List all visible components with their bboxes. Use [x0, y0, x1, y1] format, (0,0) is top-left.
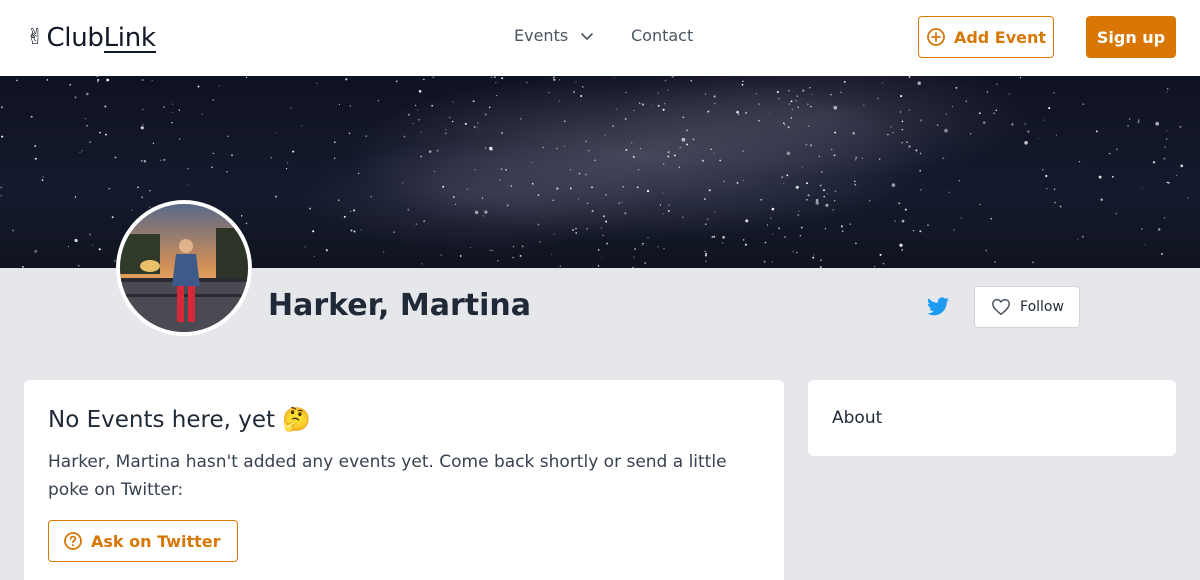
nav-events-dropdown[interactable]: Events: [514, 26, 594, 45]
nav-contact-link[interactable]: Contact: [631, 26, 693, 45]
events-card: No Events here, yet 🤔 Harker, Martina ha…: [24, 380, 784, 580]
add-event-button[interactable]: Add Event: [918, 16, 1054, 58]
twitter-icon[interactable]: [926, 295, 950, 319]
profile-name: Harker, Martina: [268, 288, 531, 323]
logo-text: ClubLink: [46, 22, 156, 54]
plus-circle-icon: [927, 28, 945, 46]
logo-word-link: Link: [103, 23, 156, 53]
profile-avatar: [116, 200, 252, 336]
sign-up-button[interactable]: Sign up: [1086, 16, 1176, 58]
victory-hand-icon: ✌: [26, 25, 45, 50]
about-title: About: [832, 408, 883, 428]
follow-button[interactable]: Follow: [974, 286, 1080, 328]
clublink-logo[interactable]: ✌ ClubLink: [26, 22, 156, 54]
add-event-label: Add Event: [953, 27, 1047, 47]
logo-word-club: Club: [46, 23, 104, 53]
site-header: ✌ ClubLink Events Contact Add Event Sign…: [0, 0, 1200, 76]
chevron-down-icon: [581, 32, 593, 40]
events-empty-title: No Events here, yet 🤔: [48, 407, 311, 433]
avatar-photo: [120, 204, 248, 332]
events-empty-description: Harker, Martina hasn't added any events …: [48, 452, 727, 500]
follow-label: Follow: [1020, 299, 1064, 315]
ask-on-twitter-button[interactable]: Ask on Twitter: [48, 520, 238, 562]
heart-icon: [992, 298, 1011, 316]
nav-events-label: Events: [514, 26, 569, 45]
ask-on-twitter-label: Ask on Twitter: [91, 531, 221, 551]
question-circle-icon: [64, 532, 82, 550]
about-card: About: [808, 380, 1176, 456]
